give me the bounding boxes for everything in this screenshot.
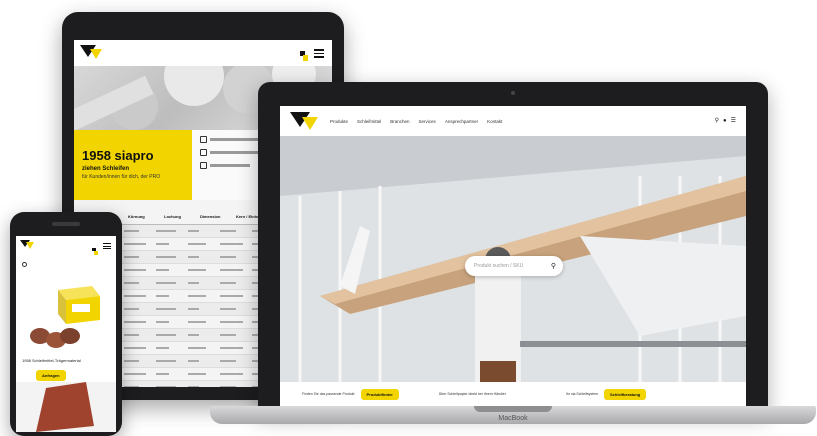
table-header: Lochung: [164, 214, 181, 219]
top-navigation: Produkte Schleifmittel Branchen Services…: [280, 106, 746, 136]
tablet-hero-title: 1958 siapro: [82, 148, 154, 163]
info-icon: [200, 162, 207, 169]
nav-item-branchen[interactable]: Branchen: [390, 119, 409, 124]
nav-item-produkte[interactable]: Produkte: [330, 119, 348, 124]
nav-icons: ⚲ ● ☰: [711, 118, 736, 124]
sia-logo-icon[interactable]: [80, 45, 102, 61]
sanding-discs-image: [30, 324, 82, 355]
camera-dot: [511, 91, 515, 95]
table-header: Dimension: [200, 214, 221, 219]
sia-logo-icon[interactable]: [20, 240, 34, 250]
laptop-base: MacBook: [210, 406, 816, 424]
product-card: [16, 382, 116, 432]
product-finder-button[interactable]: Produktfinder: [360, 388, 399, 400]
bottom-bar: Finden Sie das passende Produkt Produktf…: [280, 382, 746, 406]
footer-left-text: Finden Sie das passende Produkt: [302, 392, 355, 396]
back-icon[interactable]: [22, 262, 27, 267]
hamburger-menu-icon[interactable]: [314, 49, 324, 58]
sia-logo-icon[interactable]: [290, 112, 318, 132]
inquiry-button[interactable]: Anfragen: [36, 370, 66, 381]
search-icon[interactable]: ⚲: [715, 118, 719, 124]
footer-right-text: Ihr sia Schleifsystem: [565, 392, 598, 396]
phone-device: 1958 Schleifmittel-Trägermaterial Anfrag…: [10, 212, 122, 436]
nav-item-kontakt[interactable]: Kontakt: [487, 119, 502, 124]
menu-icon[interactable]: ☰: [731, 118, 736, 124]
hero-search-input[interactable]: Produkt suchen / SKU ⚲: [465, 256, 563, 276]
tablet-hero-text: für Kunden/innen für dich, der PRO: [82, 174, 161, 180]
nav-item-ansprechpartner[interactable]: Ansprechpartner: [445, 119, 478, 124]
laptop-brand-label: MacBook: [498, 415, 528, 422]
hero-image: Produkt suchen / SKU ⚲: [280, 136, 746, 382]
tablet-user-icon[interactable]: [300, 48, 308, 66]
phone-speaker: [52, 222, 80, 226]
info-icon: [200, 149, 207, 156]
laptop-screen: Produkte Schleifmittel Branchen Services…: [280, 106, 746, 406]
consulting-button[interactable]: Schleifberatung: [604, 388, 647, 400]
search-icon[interactable]: ⚲: [551, 262, 556, 270]
laptop-notch: [474, 406, 552, 412]
tablet-hero-panel: 1958 siapro ziehen Schleifen für Kunden/…: [74, 130, 192, 200]
product-caption: 1958 Schleifmittel-Trägermaterial: [22, 358, 81, 363]
nav-item-services[interactable]: Services: [419, 119, 436, 124]
info-icon: [200, 136, 207, 143]
tablet-header: [74, 40, 332, 66]
laptop-device: Produkte Schleifmittel Branchen Services…: [258, 82, 768, 412]
nav-menu: Produkte Schleifmittel Branchen Services…: [330, 119, 511, 124]
product-image: [46, 284, 102, 328]
search-placeholder: Produkt suchen / SKU: [474, 263, 524, 269]
nav-item-schleifmittel[interactable]: Schleifmittel: [357, 119, 381, 124]
phone-screen: 1958 Schleifmittel-Trägermaterial Anfrag…: [16, 236, 116, 432]
table-header: Körnung: [128, 214, 145, 219]
footer-center-text: Über Schleifpapier direkt bei Ihrem Händ…: [438, 392, 506, 396]
tablet-hero-subtitle: ziehen Schleifen: [82, 166, 130, 172]
phone-user-icon[interactable]: [92, 242, 98, 260]
user-icon[interactable]: ●: [723, 118, 727, 124]
hamburger-menu-icon[interactable]: [103, 243, 111, 249]
